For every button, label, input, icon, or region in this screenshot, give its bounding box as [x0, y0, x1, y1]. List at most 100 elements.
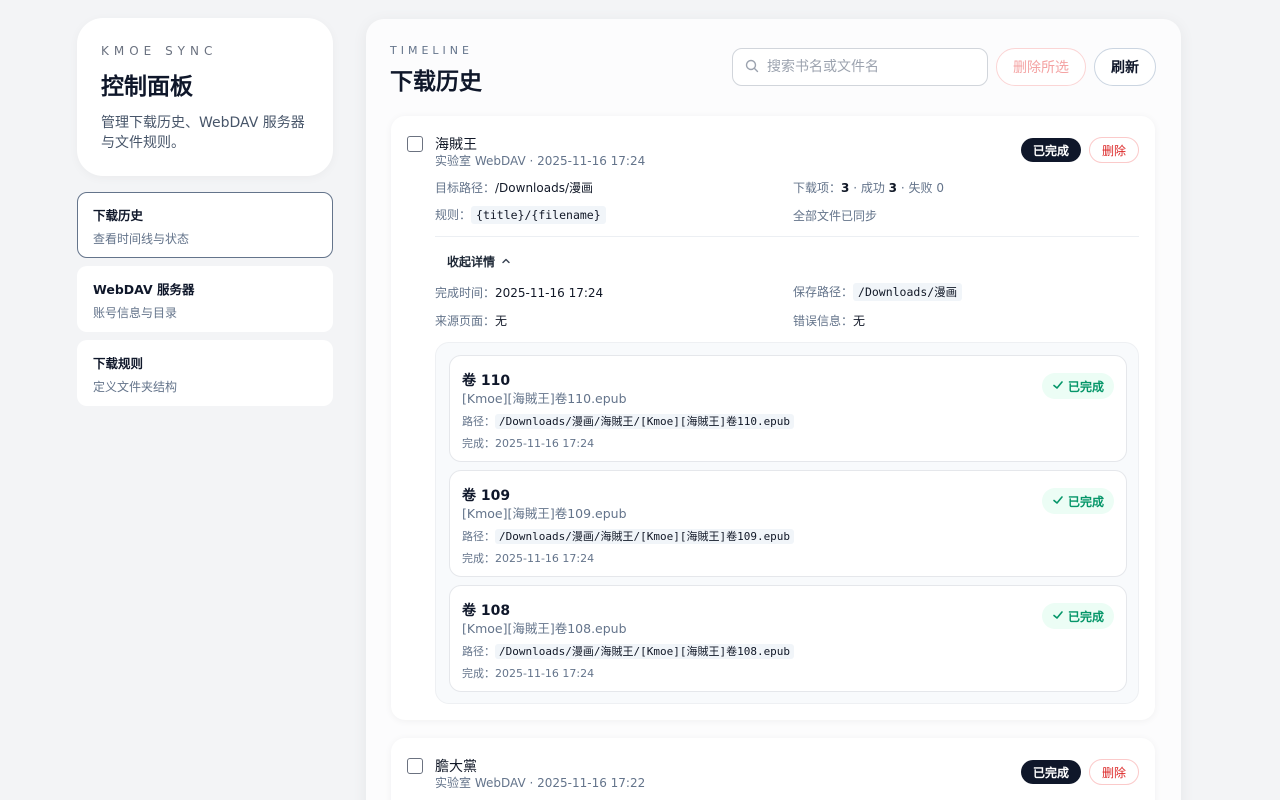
entry-title: 膽大黨	[435, 759, 477, 775]
status-badge: 已完成	[1021, 138, 1081, 162]
check-icon	[1052, 609, 1064, 624]
rule-row: 规则： {title}/{filename}	[435, 206, 606, 224]
volume-path-label: 路径：	[462, 415, 495, 428]
volume-path-row: 路径：/Downloads/漫画/海賊王/[Kmoe][海賊王]卷110.epu…	[462, 413, 795, 429]
collapse-details-toggle[interactable]: 收起详情	[447, 253, 511, 270]
sidebar-item-subtitle: 账号信息与目录	[93, 306, 178, 320]
volume-status-label: 已完成	[1067, 494, 1104, 509]
completed-time-row: 完成时间：2025-11-16 17:24	[435, 284, 603, 301]
sidebar-item-title: 下载历史	[93, 208, 144, 223]
completed-time-value: 2025-11-16 17:24	[495, 286, 604, 300]
search-box[interactable]	[732, 48, 988, 86]
volume-time-row: 完成：2025-11-16 17:24	[462, 665, 594, 681]
volume-status-badge: 已完成	[1042, 603, 1114, 629]
volume-time-value: 2025-11-16 17:24	[495, 437, 595, 450]
history-entry: 海賊王 实验室 WebDAV · 2025-11-16 17:24 已完成 删除…	[391, 116, 1155, 720]
entry-checkbox[interactable]	[407, 136, 423, 152]
stats-fail-label: 失败	[908, 181, 933, 195]
save-path-row: 保存路径：/Downloads/漫画	[793, 283, 963, 301]
stats-success: 3	[888, 181, 898, 195]
entry-title: 海賊王	[435, 137, 477, 153]
check-icon	[1052, 494, 1064, 509]
error-row: 错误信息：无	[793, 312, 865, 329]
collapse-details-label: 收起详情	[447, 255, 496, 269]
volume-item: 卷 108 [Kmoe][海賊王]卷108.epub 路径：/Downloads…	[449, 585, 1127, 692]
save-path-label: 保存路径：	[793, 285, 854, 299]
brand-title: 控制面板	[101, 74, 193, 100]
volume-time-value: 2025-11-16 17:24	[495, 552, 595, 565]
completed-time-label: 完成时间：	[435, 286, 496, 300]
divider	[435, 236, 1139, 237]
chevron-up-icon	[501, 255, 511, 269]
sidebar-item-subtitle: 查看时间线与状态	[93, 232, 190, 246]
volume-status-label: 已完成	[1067, 609, 1104, 624]
entry-subtitle: 实验室 WebDAV · 2025-11-16 17:24	[435, 154, 646, 168]
sidebar-item-title: WebDAV 服务器	[93, 282, 195, 297]
volume-path-value: /Downloads/漫画/海賊王/[Kmoe][海賊王]卷110.epub	[495, 414, 795, 429]
volume-status-badge: 已完成	[1042, 373, 1114, 399]
section-eyebrow: TIMELINE	[390, 44, 473, 57]
volume-filename: [Kmoe][海賊王]卷110.epub	[462, 391, 627, 406]
volume-path-value: /Downloads/漫画/海賊王/[Kmoe][海賊王]卷108.epub	[495, 644, 795, 659]
sidebar: KMOE SYNC 控制面板 管理下载历史、WebDAV 服务器与文件规则。 下…	[77, 18, 333, 406]
volume-time-label: 完成：	[462, 552, 495, 565]
rule-label: 规则：	[435, 208, 472, 222]
volume-title: 卷 110	[462, 373, 511, 389]
page-title: 下载历史	[390, 69, 482, 95]
volume-filename: [Kmoe][海賊王]卷109.epub	[462, 506, 627, 521]
sidebar-item-download-history[interactable]: 下载历史 查看时间线与状态	[77, 192, 333, 258]
sidebar-item-subtitle: 定义文件夹结构	[93, 380, 178, 394]
download-stats: 下载项：3 · 成功 3 · 失败 0	[793, 181, 944, 195]
stats-fail: 0	[936, 181, 944, 195]
volume-title: 卷 108	[462, 603, 511, 619]
source-page-label: 来源页面：	[435, 314, 496, 328]
delete-entry-button[interactable]: 删除	[1089, 759, 1139, 785]
volume-path-row: 路径：/Downloads/漫画/海賊王/[Kmoe][海賊王]卷108.epu…	[462, 643, 795, 659]
search-icon	[745, 58, 759, 77]
delete-selected-button[interactable]: 删除所选	[996, 48, 1086, 86]
volume-time-label: 完成：	[462, 437, 495, 450]
brand-card: KMOE SYNC 控制面板 管理下载历史、WebDAV 服务器与文件规则。	[77, 18, 333, 176]
volume-time-label: 完成：	[462, 667, 495, 680]
entry-checkbox[interactable]	[407, 758, 423, 774]
stats-success-label: 成功	[860, 181, 885, 195]
sync-status: 全部文件已同步	[793, 209, 878, 223]
volume-item: 卷 110 [Kmoe][海賊王]卷110.epub 路径：/Downloads…	[449, 355, 1127, 462]
status-badge: 已完成	[1021, 760, 1081, 784]
volume-status-label: 已完成	[1067, 379, 1104, 394]
source-page-value: 无	[495, 314, 508, 328]
error-value: 无	[853, 314, 866, 328]
sidebar-item-download-rules[interactable]: 下载规则 定义文件夹结构	[77, 340, 333, 406]
volume-time-value: 2025-11-16 17:24	[495, 667, 595, 680]
volume-path-row: 路径：/Downloads/漫画/海賊王/[Kmoe][海賊王]卷109.epu…	[462, 528, 795, 544]
volume-title: 卷 109	[462, 488, 511, 504]
history-entry: 膽大黨 实验室 WebDAV · 2025-11-16 17:22 已完成 删除	[391, 738, 1155, 800]
target-path-label: 目标路径：	[435, 181, 496, 195]
volume-path-value: /Downloads/漫画/海賊王/[Kmoe][海賊王]卷109.epub	[495, 529, 795, 544]
stats-label: 下载项：	[793, 181, 842, 195]
volume-time-row: 完成：2025-11-16 17:24	[462, 550, 594, 566]
sidebar-item-title: 下载规则	[93, 356, 144, 371]
source-page-row: 来源页面：无	[435, 312, 507, 329]
volume-time-row: 完成：2025-11-16 17:24	[462, 435, 594, 451]
sidebar-item-webdav-servers[interactable]: WebDAV 服务器 账号信息与目录	[77, 266, 333, 332]
volume-status-badge: 已完成	[1042, 488, 1114, 514]
brand-eyebrow: KMOE SYNC	[101, 44, 218, 58]
delete-entry-button[interactable]: 删除	[1089, 137, 1139, 163]
target-path-row: 目标路径：/Downloads/漫画	[435, 179, 593, 196]
stats-total: 3	[841, 181, 850, 195]
search-input[interactable]	[767, 59, 977, 75]
volume-path-label: 路径：	[462, 645, 495, 658]
volume-filename: [Kmoe][海賊王]卷108.epub	[462, 621, 627, 636]
volume-item: 卷 109 [Kmoe][海賊王]卷109.epub 路径：/Downloads…	[449, 470, 1127, 577]
volume-path-label: 路径：	[462, 530, 495, 543]
save-path-value: /Downloads/漫画	[853, 283, 963, 301]
rule-value: {title}/{filename}	[471, 206, 606, 224]
check-icon	[1052, 379, 1064, 394]
entry-subtitle: 实验室 WebDAV · 2025-11-16 17:22	[435, 776, 646, 790]
main-panel: TIMELINE 下载历史 删除所选 刷新 海賊王 实验室 WebDAV · 2…	[366, 19, 1181, 800]
refresh-button[interactable]: 刷新	[1094, 48, 1156, 86]
error-label: 错误信息：	[793, 314, 854, 328]
target-path-value: /Downloads/漫画	[495, 181, 594, 195]
brand-description: 管理下载历史、WebDAV 服务器与文件规则。	[101, 115, 305, 151]
